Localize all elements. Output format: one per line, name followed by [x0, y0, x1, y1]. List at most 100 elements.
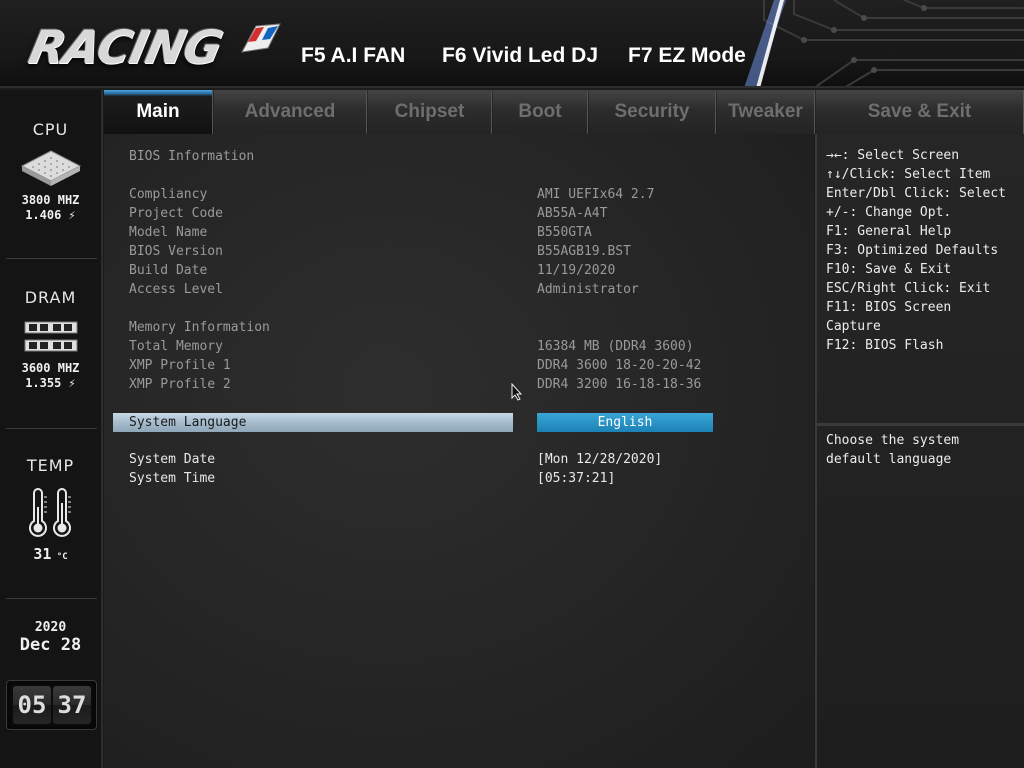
sidebar-divider — [6, 598, 97, 599]
sidebar-divider — [6, 258, 97, 259]
tab-main[interactable]: Main — [104, 90, 213, 134]
sidebar-divider — [6, 428, 97, 429]
help-key-line: F11: BIOS Screen — [826, 300, 952, 315]
dram-voltage-row: 1.355 ⚡ — [0, 376, 101, 391]
system-time-label: System Time — [129, 471, 216, 486]
help-key-line: →←: Select Screen — [826, 148, 960, 163]
help-key-line: Capture — [826, 319, 881, 334]
memory-module-icon — [24, 321, 77, 352]
clock-minute: 37 — [53, 686, 91, 724]
cpu-section: CPU 3800 MHZ 1.406 ⚡ — [0, 120, 101, 223]
vivid-led-dj-hotkey[interactable]: F6 Vivid Led DJ — [442, 44, 598, 68]
help-key-line: Enter/Dbl Click: Select — [826, 186, 1007, 201]
project-code-value: AB55A-A4T — [537, 206, 608, 221]
section-title: BIOS Information — [129, 149, 255, 164]
tab-security[interactable]: Security — [589, 90, 716, 134]
ai-fan-hotkey[interactable]: F5 A.I FAN — [301, 44, 405, 68]
tab-advanced[interactable]: Advanced — [214, 90, 367, 134]
tab-boot[interactable]: Boot — [493, 90, 588, 134]
bios-version-label: BIOS Version — [129, 244, 223, 259]
compliancy-value: AMI UEFIx64 2.7 — [537, 187, 655, 202]
access-level-value: Administrator — [537, 282, 639, 297]
item-description-line: Choose the system — [826, 433, 960, 448]
temp-value: 31 — [33, 545, 52, 563]
system-date-value[interactable]: [Mon 12/28/2020] — [537, 452, 662, 467]
compliancy-label: Compliancy — [129, 187, 208, 202]
help-key-line: ESC/Right Click: Exit — [826, 281, 991, 296]
help-key-line: F1: General Help — [826, 224, 952, 239]
bios-info-heading: BIOS Information — [104, 148, 814, 167]
setting-row[interactable]: System Date [Mon 12/28/2020] — [104, 451, 814, 470]
tab-tweaker[interactable]: Tweaker — [717, 90, 815, 134]
memory-info-heading: Memory Information — [104, 319, 814, 338]
cpu-voltage-row: 1.406 ⚡ — [0, 208, 101, 223]
xmp-profile-2-label: XMP Profile 2 — [129, 377, 231, 392]
build-date-label: Build Date — [129, 263, 208, 278]
hardware-monitor-sidebar: CPU 3800 MHZ 1.406 ⚡ DRAM 3600 MHZ 1.355… — [0, 90, 103, 768]
tab-chipset[interactable]: Chipset — [368, 90, 492, 134]
system-language-label[interactable]: System Language — [129, 415, 246, 430]
total-memory-value: 16384 MB (DDR4 3600) — [537, 339, 694, 354]
system-time-value[interactable]: [05:37:21] — [537, 471, 615, 486]
menu-tabs: Main Advanced Chipset Boot Security Twea… — [104, 90, 1024, 134]
help-key-line: F3: Optimized Defaults — [826, 243, 999, 258]
xmp-profile-1-label: XMP Profile 1 — [129, 358, 231, 373]
date-section: 2020 Dec 28 — [0, 620, 101, 655]
mouse-pointer-icon — [511, 383, 523, 401]
info-row: Compliancy AMI UEFIx64 2.7 — [104, 186, 814, 205]
total-memory-label: Total Memory — [129, 339, 223, 354]
dram-title: DRAM — [24, 288, 77, 307]
flip-clock: 05 37 — [6, 680, 97, 730]
help-divider — [817, 423, 1024, 426]
setting-row[interactable]: System Time [05:37:21] — [104, 470, 814, 489]
temp-row: 31 °C — [0, 547, 101, 565]
system-date-label: System Date — [129, 452, 216, 467]
lightning-icon: ⚡ — [61, 376, 76, 390]
cpu-voltage: 1.406 — [25, 208, 62, 222]
checkered-flag-icon — [241, 23, 281, 53]
day-display: 28 — [60, 635, 82, 655]
info-row: BIOS Version B55AGB19.BST — [104, 243, 814, 262]
xmp-profile-2-value: DDR4 3200 16-18-18-36 — [537, 377, 702, 392]
section-title: Memory Information — [129, 320, 270, 335]
help-key-line: F12: BIOS Flash — [826, 338, 944, 353]
header-bar: RACING F5 A.I FAN F6 Vivid Led DJ F7 EZ … — [0, 0, 1024, 88]
temp-title: TEMP — [26, 456, 75, 475]
year-display: 2020 — [34, 620, 67, 635]
ez-mode-hotkey[interactable]: F7 EZ Mode — [628, 44, 746, 68]
bios-version-value: B55AGB19.BST — [537, 244, 631, 259]
month-display: Dec — [19, 635, 51, 655]
system-language-select[interactable]: English — [537, 413, 713, 432]
help-key-line: +/-: Change Opt. — [826, 205, 952, 220]
cpu-title: CPU — [32, 120, 69, 139]
cpu-frequency: 3800 MHZ — [21, 193, 80, 207]
info-row: Build Date 11/19/2020 — [104, 262, 814, 281]
info-row: XMP Profile 2 DDR4 3200 16-18-18-36 — [104, 376, 814, 395]
tab-save-exit[interactable]: Save & Exit — [816, 90, 1024, 134]
month-day-row: Dec 28 — [0, 635, 101, 655]
info-row: XMP Profile 1 DDR4 3600 18-20-20-42 — [104, 357, 814, 376]
info-row: Model Name B550GTA — [104, 224, 814, 243]
help-key-line: ↑↓/Click: Select Item — [826, 167, 991, 182]
help-panel: →←: Select Screen ↑↓/Click: Select Item … — [815, 134, 1024, 768]
thermometer-icon — [28, 488, 71, 537]
clock-hour: 05 — [13, 686, 51, 724]
xmp-profile-1-value: DDR4 3600 18-20-20-42 — [537, 358, 702, 373]
model-name-value: B550GTA — [537, 225, 592, 240]
dram-section: DRAM 3600 MHZ 1.355 ⚡ — [0, 288, 101, 391]
info-row: Project Code AB55A-A4T — [104, 205, 814, 224]
model-name-label: Model Name — [129, 225, 208, 240]
info-row: Access Level Administrator — [104, 281, 814, 300]
temp-section: TEMP 31 °C — [0, 456, 101, 565]
racing-logo: RACING — [24, 20, 227, 74]
build-date-value: 11/19/2020 — [537, 263, 616, 278]
item-description-line: default language — [826, 452, 952, 467]
celsius-icon: °C — [51, 552, 68, 562]
access-level-label: Access Level — [129, 282, 223, 297]
main-settings-panel: BIOS Information Compliancy AMI UEFIx64 … — [104, 134, 814, 768]
help-key-line: F10: Save & Exit — [826, 262, 952, 277]
dram-frequency: 3600 MHZ — [21, 361, 80, 375]
dram-voltage: 1.355 — [25, 376, 62, 390]
project-code-label: Project Code — [129, 206, 223, 221]
info-row: Total Memory 16384 MB (DDR4 3600) — [104, 338, 814, 357]
